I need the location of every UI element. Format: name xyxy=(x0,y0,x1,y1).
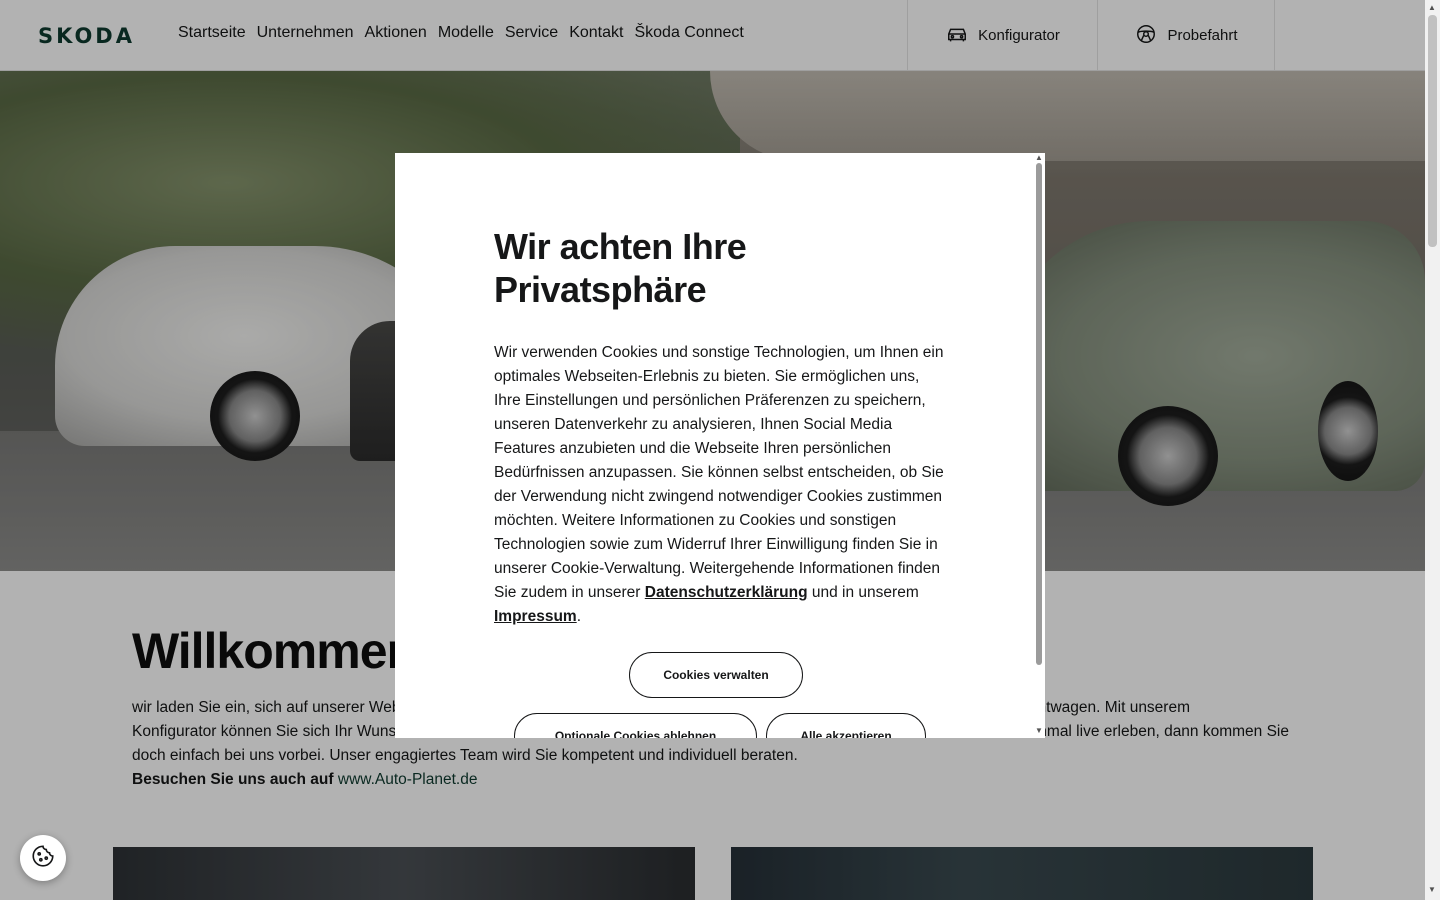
cookie-dialog-content: Wir achten Ihre Privatsphäre Wir verwend… xyxy=(494,225,944,629)
page-scroll-down-icon[interactable]: ▼ xyxy=(1428,885,1436,894)
cookie-dialog-title: Wir achten Ihre Privatsphäre xyxy=(494,226,747,310)
cookie-dialog-period: . xyxy=(576,608,582,625)
privacy-policy-link[interactable]: Datenschutzerklärung xyxy=(645,584,808,601)
cookie-settings-button[interactable] xyxy=(20,835,66,881)
page-scrollbar[interactable]: ▲ ▼ xyxy=(1425,0,1440,900)
page-scroll-up-icon[interactable]: ▲ xyxy=(1428,3,1436,12)
reject-optional-cookies-button[interactable]: Optionale Cookies ablehnen xyxy=(514,713,757,738)
cookie-dialog-body: Wir verwenden Cookies und sonstige Techn… xyxy=(494,341,944,629)
cookie-consent-dialog: Wir achten Ihre Privatsphäre Wir verwend… xyxy=(395,153,1045,738)
cookie-dialog-body-text: Wir verwenden Cookies und sonstige Techn… xyxy=(494,344,944,601)
cookie-icon xyxy=(30,843,56,874)
manage-cookies-button[interactable]: Cookies verwalten xyxy=(629,652,803,698)
imprint-link[interactable]: Impressum xyxy=(494,608,577,625)
modal-scroll-down-icon[interactable]: ▼ xyxy=(1035,726,1043,735)
accept-all-cookies-button[interactable]: Alle akzeptieren xyxy=(766,713,926,738)
modal-scroll-up-icon[interactable]: ▲ xyxy=(1035,153,1043,162)
modal-scrollbar[interactable] xyxy=(1036,163,1042,665)
cookie-dialog-and-text: und in unserem xyxy=(811,584,919,601)
page-scrollbar-thumb[interactable] xyxy=(1428,15,1437,247)
